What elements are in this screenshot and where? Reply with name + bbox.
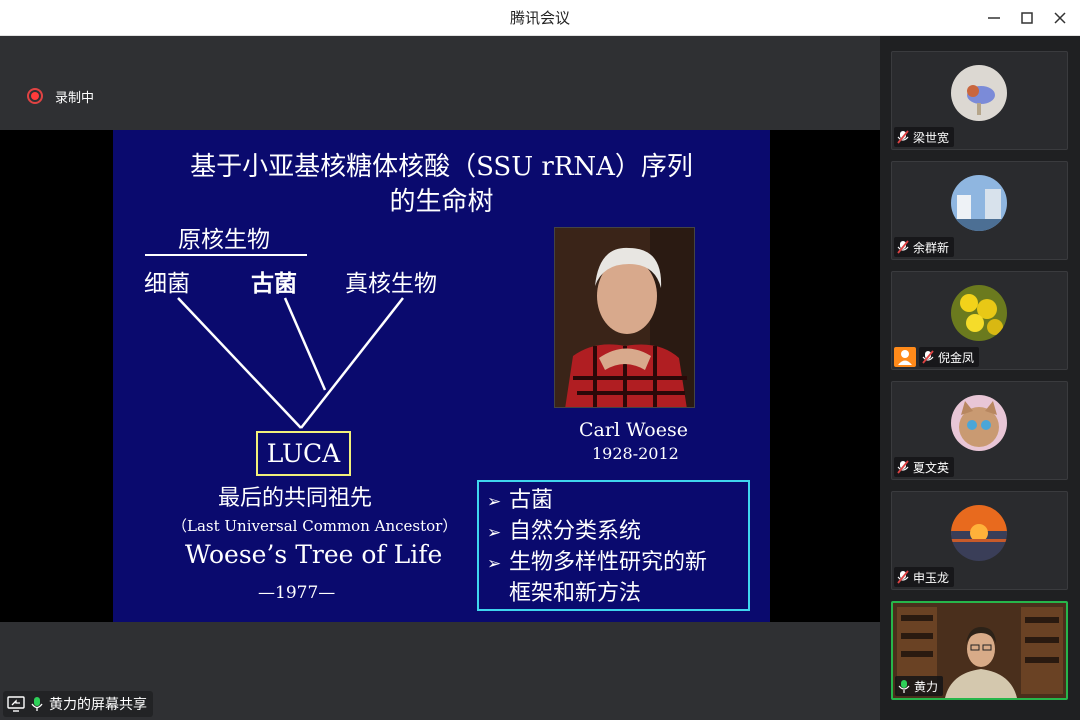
archaea-label: 古菌 bbox=[251, 271, 297, 297]
bullet-item: ➢ 自然分类系统 bbox=[487, 517, 748, 548]
bullet-item: ➢ 古菌 bbox=[487, 486, 748, 517]
arrow-bullet-icon: ➢ bbox=[487, 523, 502, 543]
participant-tile[interactable]: 梁世宽 bbox=[891, 51, 1068, 150]
screen-share-icon bbox=[7, 696, 25, 712]
prokaryote-label: 原核生物 bbox=[178, 227, 270, 253]
screen-share-owner: 黄力的屏幕共享 bbox=[49, 697, 147, 713]
participant-name-tag: 余群新 bbox=[894, 237, 955, 257]
participant-name-tag: 倪金凤 bbox=[919, 347, 980, 367]
main-stage: 录制中 基于小亚基核糖体核酸（SSU rRNA）序列 的生命树 原核生物 细菌 … bbox=[0, 36, 880, 720]
avatar bbox=[951, 505, 1007, 561]
participant-panel: 梁世宽 余群新 倪金凤 夏文英 申玉龙 黄力 bbox=[880, 36, 1080, 720]
carl-woese-photo bbox=[554, 227, 695, 408]
participant-name-tag: 申玉龙 bbox=[894, 567, 955, 587]
participant-name: 黄力 bbox=[914, 679, 939, 694]
tree-of-life-branches bbox=[177, 297, 404, 429]
participant-name-tag: 梁世宽 bbox=[894, 127, 955, 147]
participant-tile[interactable]: 倪金凤 bbox=[891, 271, 1068, 370]
minimize-button[interactable] bbox=[982, 6, 1006, 30]
participant-tile[interactable]: 申玉龙 bbox=[891, 491, 1068, 590]
title-bar: 腾讯会议 bbox=[0, 0, 1080, 36]
shared-screen[interactable]: 基于小亚基核糖体核酸（SSU rRNA）序列 的生命树 原核生物 细菌 古菌 真… bbox=[0, 130, 880, 622]
avatar bbox=[951, 395, 1007, 451]
bullet-box: ➢ 古菌 ➢ 自然分类系统 ➢ 生物多样性研究的新 框架和新方法 bbox=[477, 480, 750, 611]
arrow-bullet-icon: ➢ bbox=[487, 554, 502, 574]
portrait-image bbox=[555, 228, 694, 407]
microphone-icon bbox=[898, 680, 910, 693]
bullet-item-continuation: 框架和新方法 bbox=[509, 581, 642, 606]
recording-label: 录制中 bbox=[55, 90, 95, 106]
mic-muted-icon bbox=[897, 130, 909, 144]
presentation-slide: 基于小亚基核糖体核酸（SSU rRNA）序列 的生命树 原核生物 细菌 古菌 真… bbox=[113, 130, 770, 622]
arrow-bullet-icon: ➢ bbox=[487, 492, 502, 512]
mic-muted-icon bbox=[897, 240, 909, 254]
prokaryote-underline bbox=[145, 254, 307, 256]
maximize-button[interactable] bbox=[1015, 6, 1039, 30]
participant-name-tag: 夏文英 bbox=[894, 457, 955, 477]
close-icon bbox=[1054, 12, 1066, 24]
bacteria-label: 细菌 bbox=[144, 271, 190, 297]
slide-title-line2: 的生命树 bbox=[389, 187, 494, 217]
participant-name: 申玉龙 bbox=[913, 570, 950, 585]
participant-tile[interactable]: 夏文英 bbox=[891, 381, 1068, 480]
mic-muted-icon bbox=[922, 350, 934, 364]
slide-title-line1: 基于小亚基核糖体核酸（SSU rRNA）序列 bbox=[190, 152, 693, 182]
minimize-icon bbox=[988, 17, 1000, 19]
luca-english: （Last Universal Common Ancestor） bbox=[172, 517, 458, 535]
recording-indicator[interactable]: 录制中 bbox=[27, 87, 95, 106]
participant-name: 倪金凤 bbox=[938, 350, 975, 365]
luca-chinese: 最后的共同祖先 bbox=[218, 486, 373, 511]
avatar bbox=[951, 65, 1007, 121]
photo-caption-years: 1928-2012 bbox=[592, 444, 679, 463]
tree-of-life-title: Woese’s Tree of Life bbox=[185, 540, 443, 569]
close-button[interactable] bbox=[1048, 6, 1072, 30]
record-icon bbox=[27, 88, 43, 104]
participant-name: 夏文英 bbox=[913, 460, 950, 475]
maximize-icon bbox=[1021, 12, 1033, 24]
host-badge-icon bbox=[894, 347, 916, 367]
participant-tile-active-speaker[interactable]: 黄力 bbox=[891, 601, 1068, 700]
participant-name-tag: 黄力 bbox=[895, 676, 944, 696]
mic-muted-icon bbox=[897, 460, 909, 474]
photo-caption-name: Carl Woese bbox=[579, 419, 688, 441]
microphone-icon bbox=[31, 697, 43, 711]
participant-name: 余群新 bbox=[913, 240, 950, 255]
participant-tile[interactable]: 余群新 bbox=[891, 161, 1068, 260]
participant-name: 梁世宽 bbox=[913, 130, 950, 145]
screen-share-label[interactable]: 黄力的屏幕共享 bbox=[3, 691, 153, 717]
luca-box: LUCA bbox=[256, 431, 351, 476]
avatar bbox=[951, 175, 1007, 231]
eukaryote-label: 真核生物 bbox=[345, 271, 437, 297]
tree-of-life-year: —1977— bbox=[258, 583, 336, 603]
bullet-item: ➢ 生物多样性研究的新 bbox=[487, 548, 748, 579]
avatar bbox=[951, 285, 1007, 341]
slide-title: 基于小亚基核糖体核酸（SSU rRNA）序列 的生命树 bbox=[113, 150, 770, 220]
window-title: 腾讯会议 bbox=[509, 9, 570, 27]
mic-muted-icon bbox=[897, 570, 909, 584]
